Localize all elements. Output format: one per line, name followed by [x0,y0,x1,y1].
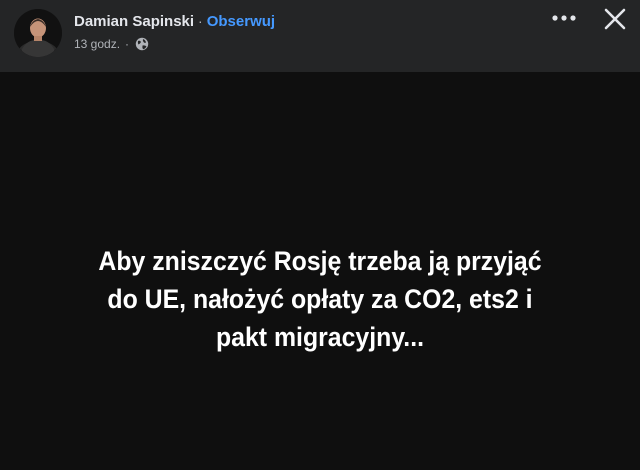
post-header: Damian Sapinski · Obserwuj 13 godz. · [0,0,640,72]
post-content: Aby zniszczyć Rosję trzeba ją przyjąć do… [0,72,640,470]
post-meta: 13 godz. · [74,37,149,51]
meta-separator: · [125,37,130,51]
more-options-button[interactable] [548,6,580,30]
avatar-image [14,9,62,57]
more-options-icon [552,15,576,21]
author-name[interactable]: Damian Sapinski [74,13,194,30]
separator: · [198,13,203,29]
close-button[interactable] [600,4,630,34]
follow-button[interactable]: Obserwuj [207,13,275,30]
author-line: Damian Sapinski · Obserwuj [74,13,275,30]
close-icon [604,8,626,30]
avatar[interactable] [14,9,62,57]
post-text: Aby zniszczyć Rosję trzeba ją przyjąć do… [98,246,542,352]
globe-icon[interactable] [135,37,149,51]
post-time[interactable]: 13 godz. [74,37,120,51]
